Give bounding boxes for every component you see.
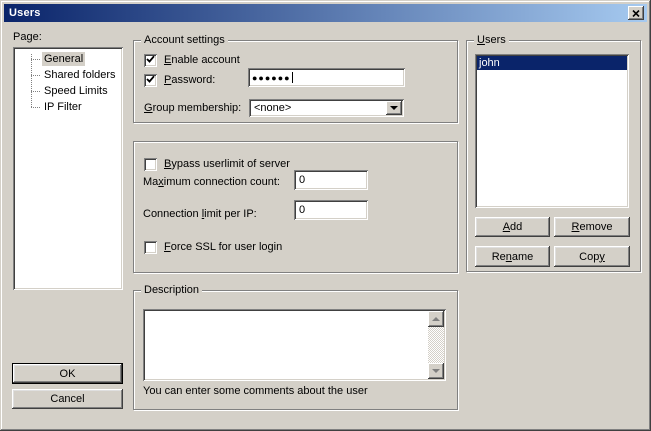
- group-membership-value: <none>: [254, 102, 291, 114]
- tree-branch-line: [31, 75, 40, 76]
- users-group-title: Users: [474, 34, 509, 47]
- enable-account-checkbox[interactable]: [144, 54, 157, 67]
- bypass-userlimit-checkbox[interactable]: [144, 158, 157, 171]
- description-title: Description: [141, 284, 202, 297]
- description-group: Description You can enter some comments …: [133, 290, 458, 410]
- cancel-button[interactable]: Cancel: [12, 389, 123, 409]
- description-scrollbar[interactable]: [428, 311, 444, 379]
- user-list-item[interactable]: john: [477, 56, 627, 70]
- close-icon: [632, 10, 640, 17]
- password-dots: ●●●●●●: [252, 73, 291, 83]
- check-icon: [146, 55, 155, 64]
- dropdown-button[interactable]: [386, 101, 402, 115]
- password-label: Password:: [164, 74, 215, 86]
- enable-account-row: Enable account: [144, 53, 240, 67]
- max-connection-label: Maximum connection count:: [143, 176, 280, 188]
- tree-branch-line: [31, 91, 40, 92]
- enable-account-label: Enable account: [164, 54, 240, 66]
- tree-branch-line: [31, 107, 40, 108]
- ip-limit-input[interactable]: [294, 200, 368, 220]
- users-list[interactable]: john: [475, 54, 629, 208]
- users-group: Users john Add Remove Rename Copy: [466, 40, 641, 272]
- window-title: Users: [4, 7, 41, 19]
- rename-button[interactable]: Rename: [475, 246, 550, 267]
- force-ssl-label: Force SSL for user login: [164, 241, 282, 253]
- ok-button[interactable]: OK: [12, 363, 123, 384]
- ip-limit-label: Connection limit per IP:: [143, 208, 257, 220]
- description-hint: You can enter some comments about the us…: [143, 385, 368, 397]
- chevron-down-icon: [390, 106, 398, 114]
- account-settings-title: Account settings: [141, 34, 228, 47]
- arrow-up-icon: [432, 313, 440, 321]
- page-label: Page:: [13, 31, 42, 43]
- copy-button[interactable]: Copy: [554, 246, 630, 267]
- title-bar: Users: [4, 4, 647, 22]
- group-membership-select[interactable]: <none>: [249, 99, 404, 117]
- force-ssl-row: Force SSL for user login: [144, 240, 282, 254]
- password-row: Password:: [144, 73, 215, 87]
- tree-item-speed-limits[interactable]: Speed Limits: [13, 83, 123, 99]
- page-tree[interactable]: General Shared folders Speed Limits IP F…: [13, 47, 123, 290]
- users-dialog: Users Page: General Shared folders Speed…: [0, 0, 651, 431]
- text-caret: [292, 72, 293, 83]
- group-membership-label: Group membership:: [144, 102, 241, 114]
- scroll-down-button[interactable]: [428, 363, 444, 379]
- scroll-up-button[interactable]: [428, 311, 444, 327]
- tree-item-shared-folders[interactable]: Shared folders: [13, 67, 123, 83]
- tree-branch-line: [31, 59, 40, 60]
- max-connection-input[interactable]: [294, 170, 368, 190]
- account-settings-group: Account settings Enable account Password…: [133, 40, 458, 123]
- bypass-userlimit-row: Bypass userlimit of server: [144, 157, 290, 171]
- remove-button[interactable]: Remove: [554, 217, 630, 237]
- limits-group: Bypass userlimit of server Maximum conne…: [133, 141, 458, 273]
- arrow-down-icon: [432, 369, 440, 377]
- check-icon: [146, 75, 155, 84]
- force-ssl-checkbox[interactable]: [144, 241, 157, 254]
- add-button[interactable]: Add: [475, 217, 550, 237]
- tree-item-general[interactable]: General: [13, 51, 123, 67]
- tree-item-ip-filter[interactable]: IP Filter: [13, 99, 123, 115]
- password-field[interactable]: ●●●●●●: [248, 68, 405, 87]
- description-textarea[interactable]: [143, 309, 446, 381]
- password-checkbox[interactable]: [144, 74, 157, 87]
- bypass-userlimit-label: Bypass userlimit of server: [164, 158, 290, 170]
- close-button[interactable]: [628, 6, 644, 20]
